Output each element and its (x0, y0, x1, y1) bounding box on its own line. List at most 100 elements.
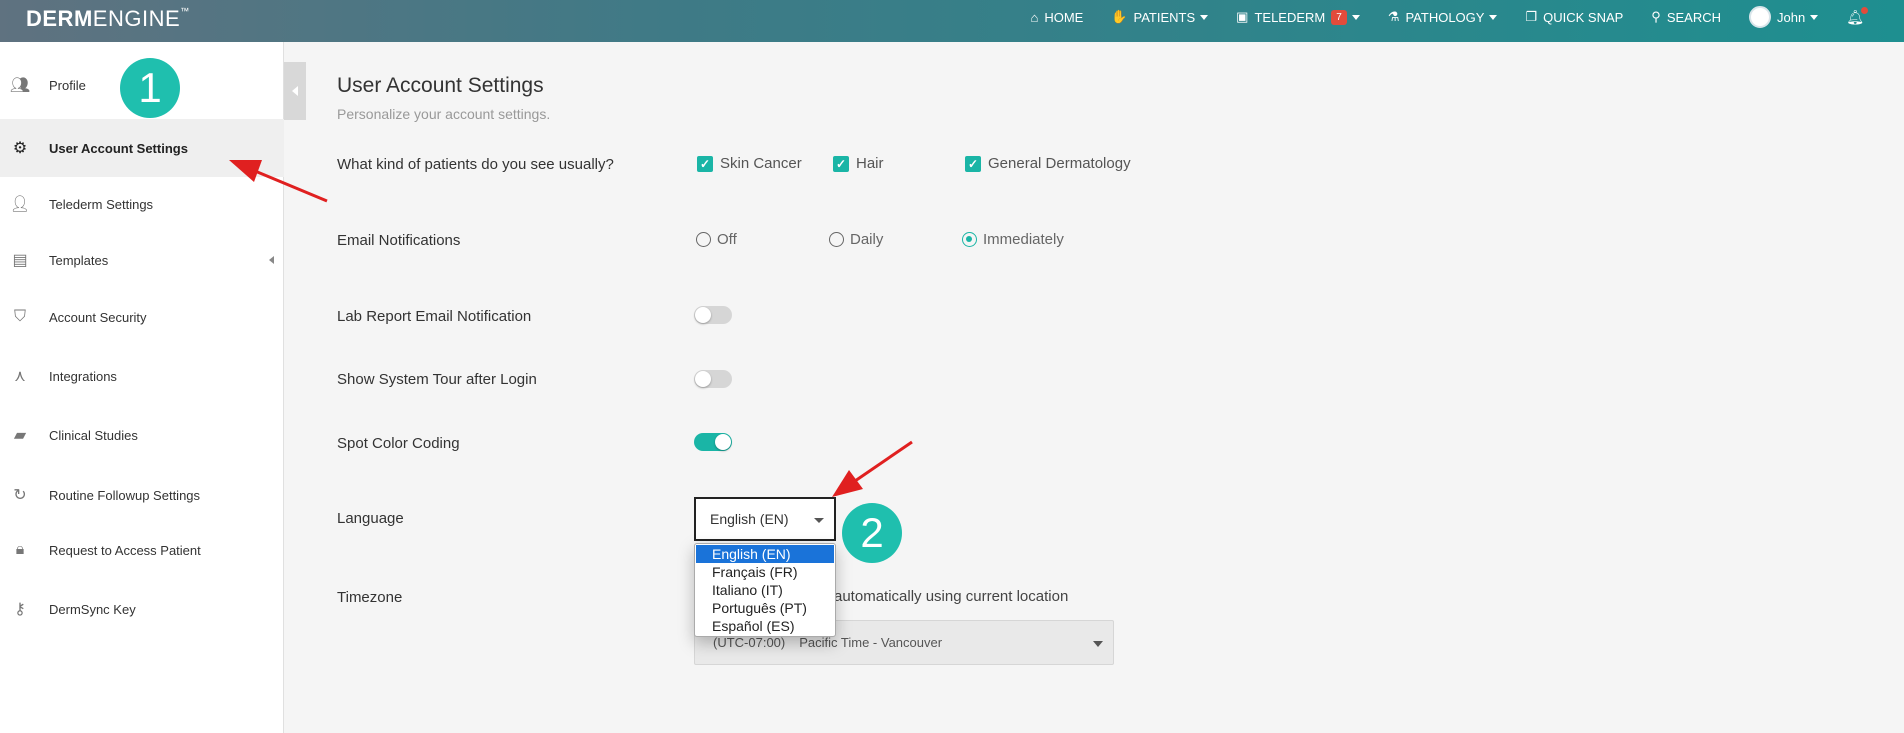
email-notifications-label: Email Notifications (337, 232, 461, 249)
nav-search-label: SEARCH (1666, 9, 1722, 25)
nav-home[interactable]: ⌂ HOME (1030, 10, 1083, 25)
language-option-en[interactable]: English (EN) (696, 545, 834, 563)
system-tour-label: Show System Tour after Login (337, 371, 537, 388)
chevron-down-icon (814, 518, 824, 523)
nav-user-menu[interactable]: John (1749, 6, 1819, 28)
nav-search[interactable]: ⚲ SEARCH (1651, 9, 1721, 25)
lab-report-label: Lab Report Email Notification (337, 308, 532, 325)
step-1-badge: 1 (120, 58, 180, 118)
telederm-icon: ▣ (1236, 9, 1249, 24)
radio-circle (696, 232, 711, 247)
sidebar-item-templates[interactable]: ▤ Templates (0, 231, 284, 289)
history-icon: ↻ (13, 487, 27, 504)
timezone-offset: (UTC-07:00) (713, 635, 786, 650)
chevron-left-icon (292, 86, 298, 96)
chevron-down-icon (1200, 14, 1209, 20)
gear-icon: ⚙ (12, 140, 28, 157)
chevron-down-icon (1489, 14, 1498, 20)
people-icon: 👥︎ (9, 77, 31, 94)
telederm-count-badge: 7 (1331, 9, 1347, 25)
chevron-down-icon (1093, 641, 1103, 647)
checkmark-icon: ✓ (697, 155, 713, 172)
toggle-knob (715, 434, 731, 450)
dermengine-logo[interactable]: DERMENGINE™ (26, 6, 190, 32)
nav-pathology[interactable]: ⚗ PATHOLOGY (1388, 9, 1498, 25)
language-select[interactable]: English (EN) (694, 497, 836, 541)
patients-icon: ✋ (1111, 9, 1128, 24)
sidebar-item-label: Templates (49, 252, 109, 268)
checkbox-hair[interactable]: ✓ Hair (833, 155, 884, 172)
sidebar-item-request-access-patient[interactable]: 🔒︎ Request to Access Patient (0, 521, 284, 579)
key-icon: ⚷ (14, 601, 26, 618)
sidebar-item-clinical-studies[interactable]: ▰ Clinical Studies (0, 406, 284, 464)
search-icon: ⚲ (1651, 9, 1661, 24)
spot-color-label: Spot Color Coding (337, 435, 460, 452)
lab-report-toggle[interactable] (694, 306, 732, 324)
checkbox-skin-cancer[interactable]: ✓ Skin Cancer (697, 155, 802, 172)
system-tour-toggle[interactable] (694, 370, 732, 388)
nav-patients-label: PATIENTS (1133, 9, 1196, 25)
language-selected-value: English (EN) (710, 511, 789, 527)
radio-email-off[interactable]: Off (696, 231, 737, 248)
arrow-to-language-select (832, 440, 913, 497)
language-option-pt[interactable]: Português (PT) (696, 599, 834, 617)
sidebar-item-account-security[interactable]: ⛉ Account Security (0, 288, 284, 346)
checkbox-general-dermatology[interactable]: ✓ General Dermatology (965, 155, 1131, 172)
integrations-icon: ⋏ (14, 368, 26, 385)
sidebar-item-routine-followup-settings[interactable]: ↻ Routine Followup Settings (0, 466, 284, 524)
notification-dot (1861, 6, 1868, 14)
sidebar-item-label: Request to Access Patient (49, 542, 201, 558)
radio-label: Immediately (983, 231, 1064, 248)
page-subtitle: Personalize your account settings. (337, 106, 551, 122)
checkbox-label: General Dermatology (988, 155, 1131, 172)
nav-home-label: HOME (1044, 9, 1084, 25)
chevron-left-icon (269, 256, 274, 264)
checkbox-label: Hair (856, 155, 884, 172)
notifications-button[interactable]: 🔔︎ (1846, 6, 1868, 26)
nav-telederm[interactable]: ▣ TELEDERM 7 (1236, 9, 1360, 25)
logo-tm: ™ (180, 6, 190, 16)
top-navbar: DERMENGINE™ ⌂ HOME ✋ PATIENTS ▣ TELEDERM… (0, 0, 1904, 42)
nav-patients[interactable]: ✋ PATIENTS (1111, 9, 1209, 25)
settings-sidebar: 👥︎ Profile ⚙ User Account Settings 👤︎ Te… (0, 42, 284, 733)
microscope-icon: ⚗ (1387, 9, 1400, 24)
camera-icon: ❐ (1525, 9, 1538, 24)
nav-quick-snap-label: QUICK SNAP (1543, 9, 1624, 25)
checkmark-icon: ✓ (965, 155, 981, 172)
sidebar-item-telederm-settings[interactable]: 👤︎ Telederm Settings (0, 175, 284, 233)
checkbox-label: Skin Cancer (720, 155, 802, 172)
language-option-it[interactable]: Italiano (IT) (696, 581, 834, 599)
step-2-badge: 2 (842, 503, 902, 563)
sidebar-collapse-toggle[interactable] (284, 62, 306, 120)
language-label: Language (337, 510, 404, 527)
document-icon: ▤ (12, 252, 28, 269)
sidebar-item-integrations[interactable]: ⋏ Integrations (0, 347, 284, 405)
radio-circle-selected (962, 232, 977, 247)
sidebar-item-label: User Account Settings (49, 140, 188, 156)
avatar (1749, 6, 1772, 28)
radio-circle (829, 232, 844, 247)
nav-quick-snap[interactable]: ❐ QUICK SNAP (1525, 9, 1623, 25)
page-title: User Account Settings (337, 74, 544, 97)
timezone-value: Pacific Time - Vancouver (799, 635, 943, 650)
home-icon: ⌂ (1030, 9, 1039, 25)
sidebar-item-dermsync-key[interactable]: ⚷ DermSync Key (0, 580, 284, 638)
user-name: John (1777, 9, 1806, 25)
chevron-down-icon (1351, 14, 1360, 20)
radio-email-daily[interactable]: Daily (829, 231, 883, 248)
sidebar-item-label: Account Security (49, 309, 147, 325)
language-option-es[interactable]: Español (ES) (696, 617, 834, 635)
shield-icon: ⛉ (13, 308, 26, 325)
radio-email-immediately[interactable]: Immediately (962, 231, 1064, 248)
sidebar-item-label: Clinical Studies (49, 427, 138, 443)
radio-label: Off (717, 231, 737, 248)
logo-derm: DERM (26, 6, 93, 31)
sidebar-item-user-account-settings[interactable]: ⚙ User Account Settings (0, 119, 284, 177)
sidebar-item-label: Integrations (49, 368, 117, 384)
language-option-fr[interactable]: Français (FR) (696, 563, 834, 581)
telederm-icon: 👤︎ (9, 196, 31, 213)
language-dropdown-list: English (EN) Français (FR) Italiano (IT)… (694, 543, 836, 637)
spot-color-toggle[interactable] (694, 433, 732, 451)
patients-question-label: What kind of patients do you see usually… (337, 156, 614, 173)
nav-pathology-label: PATHOLOGY (1405, 9, 1485, 25)
